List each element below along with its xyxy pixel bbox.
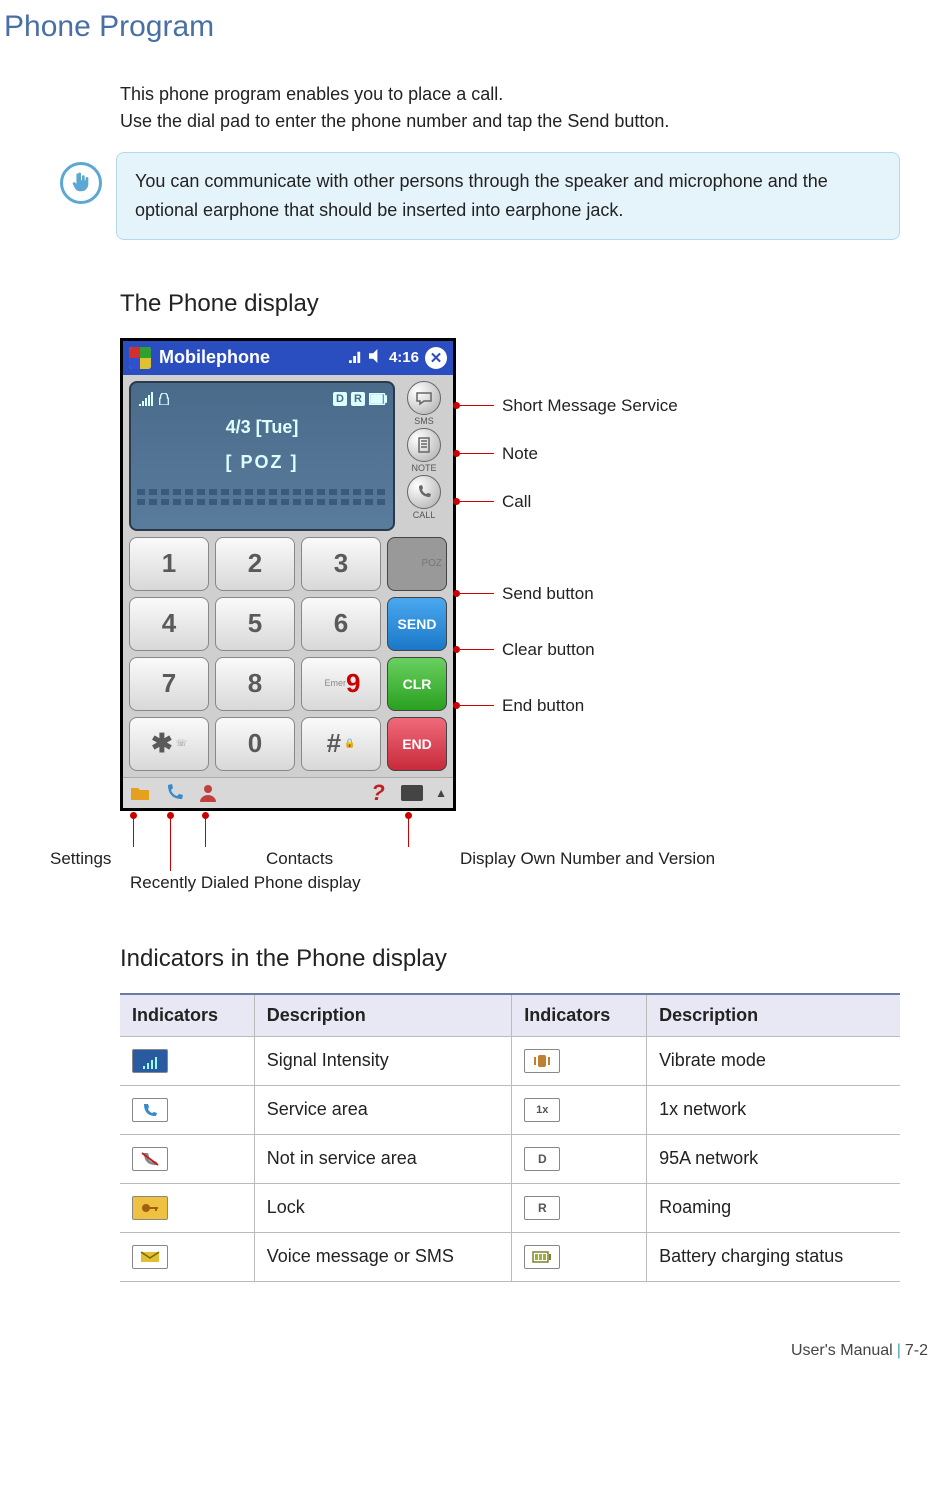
keyboard-icon[interactable] xyxy=(401,785,423,801)
vibrate-icon xyxy=(524,1049,560,1073)
note-label: NOTE xyxy=(411,463,436,473)
app-name: Mobilephone xyxy=(159,347,270,368)
callout-sms: Short Message Service xyxy=(502,396,678,416)
battery-status-icon xyxy=(524,1245,560,1269)
lock-icon xyxy=(132,1196,168,1220)
th-indicators-1: Indicators xyxy=(120,994,254,1037)
note-button[interactable] xyxy=(407,428,441,462)
signal-intensity-icon xyxy=(132,1049,168,1073)
key-5[interactable]: 5 xyxy=(215,597,295,651)
desc-roaming: Roaming xyxy=(647,1183,900,1232)
key-9[interactable]: Emer9 xyxy=(301,657,381,711)
1x-network-icon: 1x xyxy=(524,1098,560,1122)
page-footer: User's Manual|7-2 xyxy=(0,1342,928,1360)
brand-label: POZ xyxy=(387,537,447,591)
note-callout-box: You can communicate with other persons t… xyxy=(116,152,900,240)
key-3[interactable]: 3 xyxy=(301,537,381,591)
page-title: Phone Program xyxy=(4,10,940,44)
lcd-date: 4/3 [Tue] xyxy=(137,417,387,438)
roaming-icon: R xyxy=(524,1196,560,1220)
callout-settings: Settings xyxy=(50,849,111,869)
callout-recent: Recently Dialed Phone display xyxy=(130,873,361,893)
intro-line-1: This phone program enables you to place … xyxy=(120,84,900,105)
volume-icon xyxy=(369,349,383,367)
settings-icon[interactable] xyxy=(129,782,151,804)
desc-no-service: Not in service area xyxy=(254,1134,512,1183)
r-indicator-icon: R xyxy=(351,392,365,406)
th-indicators-2: Indicators xyxy=(512,994,647,1037)
key-6[interactable]: 6 xyxy=(301,597,381,651)
key-4[interactable]: 4 xyxy=(129,597,209,651)
signal-icon xyxy=(349,349,363,367)
lcd-screen: D R 4/3 [Tue] [ POZ ] xyxy=(129,381,395,531)
section-indicators: Indicators in the Phone display xyxy=(120,945,900,973)
signal-intensity-icon xyxy=(137,392,153,406)
up-arrow-icon[interactable]: ▲ xyxy=(435,786,447,800)
indicators-table: Indicators Description Indicators Descri… xyxy=(120,993,900,1282)
clear-button[interactable]: CLR xyxy=(387,657,447,711)
key-2[interactable]: 2 xyxy=(215,537,295,591)
sms-button[interactable] xyxy=(407,381,441,415)
desc-lock: Lock xyxy=(254,1183,512,1232)
end-button[interactable]: END xyxy=(387,717,447,771)
95a-network-icon: D xyxy=(524,1147,560,1171)
key-7[interactable]: 7 xyxy=(129,657,209,711)
lcd-brand: [ POZ ] xyxy=(137,452,387,473)
callout-info: Display Own Number and Version xyxy=(460,849,715,869)
service-area-icon xyxy=(132,1098,168,1122)
section-phone-display: The Phone display xyxy=(120,290,900,318)
soft-button-bar: ? ▲ xyxy=(123,777,453,808)
lock-icon xyxy=(157,392,171,406)
d-indicator-icon: D xyxy=(333,392,347,406)
voice-sms-icon xyxy=(132,1245,168,1269)
desc-voice-sms: Voice message or SMS xyxy=(254,1232,512,1281)
window-titlebar: Mobilephone 4:16 ✕ xyxy=(123,341,453,375)
key-0[interactable]: 0 xyxy=(215,717,295,771)
key-star[interactable]: ✱☏ xyxy=(129,717,209,771)
no-service-icon xyxy=(132,1147,168,1171)
callout-send: Send button xyxy=(502,584,594,604)
call-label: CALL xyxy=(413,510,436,520)
contacts-icon[interactable] xyxy=(197,782,219,804)
key-8[interactable]: 8 xyxy=(215,657,295,711)
key-hash[interactable]: #🔒 xyxy=(301,717,381,771)
callout-clr: Clear button xyxy=(502,640,595,660)
intro-line-2: Use the dial pad to enter the phone numb… xyxy=(120,111,900,132)
th-description-1: Description xyxy=(254,994,512,1037)
start-icon[interactable] xyxy=(129,347,151,369)
call-button[interactable] xyxy=(407,475,441,509)
send-button[interactable]: SEND xyxy=(387,597,447,651)
battery-icon xyxy=(369,393,387,405)
callout-call: Call xyxy=(502,492,531,512)
desc-battery: Battery charging status xyxy=(647,1232,900,1281)
help-icon[interactable]: ? xyxy=(367,782,389,804)
clock-time: 4:16 xyxy=(389,349,419,366)
emer-label: Emer xyxy=(325,679,347,688)
sms-label: SMS xyxy=(414,416,434,426)
lcd-status-bar: D R xyxy=(137,389,387,409)
callout-end: End button xyxy=(502,696,584,716)
pointing-hand-icon xyxy=(60,162,102,204)
desc-95a: 95A network xyxy=(647,1134,900,1183)
th-description-2: Description xyxy=(647,994,900,1037)
desc-1x: 1x network xyxy=(647,1085,900,1134)
close-button[interactable]: ✕ xyxy=(425,347,447,369)
desc-service-area: Service area xyxy=(254,1085,512,1134)
desc-signal-intensity: Signal Intensity xyxy=(254,1036,512,1085)
recent-calls-icon[interactable] xyxy=(163,782,185,804)
phone-screenshot: Mobilephone 4:16 ✕ D xyxy=(120,338,456,811)
callout-contacts: Contacts xyxy=(266,849,333,869)
key-1[interactable]: 1 xyxy=(129,537,209,591)
desc-vibrate: Vibrate mode xyxy=(647,1036,900,1085)
callout-note: Note xyxy=(502,444,538,464)
